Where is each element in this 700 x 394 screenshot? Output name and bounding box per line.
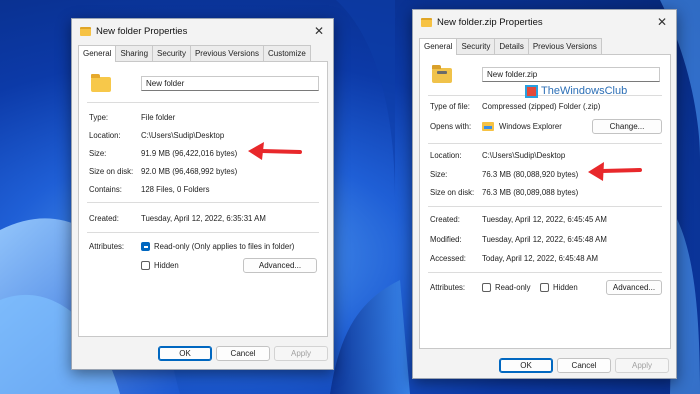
zip-properties-dialog: New folder.zip Properties ✕ General Secu… [412, 9, 677, 379]
hidden-checkbox[interactable] [540, 283, 549, 292]
created-label: Created: [430, 215, 460, 224]
folder-name-field[interactable]: New folder [141, 76, 319, 91]
created-value: Tuesday, April 12, 2022, 6:45:45 AM [482, 215, 607, 224]
modified-value: Tuesday, April 12, 2022, 6:45:48 AM [482, 235, 607, 244]
hidden-checkbox[interactable] [141, 261, 150, 270]
modified-label: Modified: [430, 235, 462, 244]
hidden-checkbox-label: Hidden [553, 283, 578, 292]
advanced-button[interactable]: Advanced... [243, 258, 317, 273]
ok-button[interactable]: OK [499, 358, 553, 373]
readonly-checkbox-label: Read-only (Only applies to files in fold… [154, 242, 295, 251]
zip-folder-icon [421, 18, 432, 27]
size-on-disk-value: 92.0 MB (96,468,992 bytes) [141, 167, 238, 176]
type-of-file-label: Type of file: [430, 102, 470, 111]
tab-details[interactable]: Details [494, 38, 529, 54]
opens-with-label: Opens with: [430, 122, 472, 131]
tab-previous-versions[interactable]: Previous Versions [527, 38, 602, 54]
size-on-disk-value: 76.3 MB (80,089,088 bytes) [482, 188, 579, 197]
tab-strip: General Sharing Security Previous Versio… [78, 45, 311, 62]
title-bar[interactable]: New folder Properties ✕ [72, 19, 333, 45]
location-value: C:\Users\Sudip\Desktop [141, 131, 225, 140]
location-value: C:\Users\Sudip\Desktop [482, 151, 566, 160]
size-label: Size: [89, 149, 107, 158]
created-value: Tuesday, April 12, 2022, 6:35:31 AM [141, 214, 266, 223]
thewindowsclub-logo-icon [525, 84, 538, 98]
file-explorer-icon [482, 122, 494, 131]
cancel-button[interactable]: Cancel [216, 346, 270, 361]
dialog-title: New folder Properties [96, 26, 188, 37]
tab-strip: General Security Details Previous Versio… [419, 38, 602, 55]
close-button[interactable]: ✕ [654, 14, 670, 30]
watermark: TheWindowsClub [525, 83, 627, 99]
watermark-text: TheWindowsClub [541, 85, 628, 97]
folder-icon [80, 27, 91, 36]
divider [87, 202, 319, 203]
cancel-button[interactable]: Cancel [557, 358, 611, 373]
created-label: Created: [89, 214, 119, 223]
type-label: Type: [89, 113, 109, 122]
divider [428, 272, 662, 273]
file-name-field[interactable]: New folder.zip [482, 67, 660, 82]
contains-value: 128 Files, 0 Folders [141, 185, 210, 194]
divider [87, 232, 319, 233]
annotation-arrow-left [248, 142, 302, 160]
change-button[interactable]: Change... [592, 119, 662, 134]
tab-security[interactable]: Security [152, 45, 191, 61]
attributes-label: Attributes: [89, 242, 125, 251]
annotation-arrow-right [588, 162, 642, 181]
size-on-disk-label: Size on disk: [89, 167, 134, 176]
tab-general[interactable]: General [78, 45, 117, 62]
hidden-checkbox-label: Hidden [154, 261, 179, 270]
tab-previous-versions[interactable]: Previous Versions [189, 45, 264, 61]
ok-button[interactable]: OK [158, 346, 212, 361]
size-value: 91.9 MB (96,422,016 bytes) [141, 149, 238, 158]
size-label: Size: [430, 170, 448, 179]
size-on-disk-label: Size on disk: [430, 188, 475, 197]
attributes-label: Attributes: [430, 283, 466, 292]
accessed-value: Today, April 12, 2022, 6:45:48 AM [482, 254, 599, 263]
accessed-label: Accessed: [430, 254, 466, 263]
close-button[interactable]: ✕ [311, 23, 327, 39]
divider [428, 206, 662, 207]
tab-sharing[interactable]: Sharing [115, 45, 154, 61]
advanced-button[interactable]: Advanced... [606, 280, 662, 295]
readonly-checkbox-label: Read-only [495, 283, 531, 292]
contains-label: Contains: [89, 185, 122, 194]
location-label: Location: [89, 131, 121, 140]
apply-button[interactable]: Apply [274, 346, 328, 361]
folder-icon [91, 74, 111, 92]
location-label: Location: [430, 151, 462, 160]
tab-general[interactable]: General [419, 38, 458, 55]
size-value: 76.3 MB (80,088,920 bytes) [482, 170, 579, 179]
apply-button[interactable]: Apply [615, 358, 669, 373]
tab-security[interactable]: Security [456, 38, 496, 54]
tab-customize[interactable]: Customize [262, 45, 311, 61]
opens-with-value: Windows Explorer [499, 122, 562, 131]
general-panel: New folder Type: File folder Location: C… [78, 61, 328, 337]
zip-folder-icon [432, 65, 452, 83]
readonly-checkbox[interactable] [482, 283, 491, 292]
readonly-checkbox[interactable] [141, 242, 150, 251]
title-bar[interactable]: New folder.zip Properties ✕ [413, 10, 676, 36]
divider [428, 143, 662, 144]
divider [87, 102, 319, 103]
new-folder-properties-dialog: New folder Properties ✕ General Sharing … [71, 18, 334, 370]
dialog-title: New folder.zip Properties [437, 17, 543, 28]
type-value: File folder [141, 113, 176, 122]
type-of-file-value: Compressed (zipped) Folder (.zip) [482, 102, 601, 111]
